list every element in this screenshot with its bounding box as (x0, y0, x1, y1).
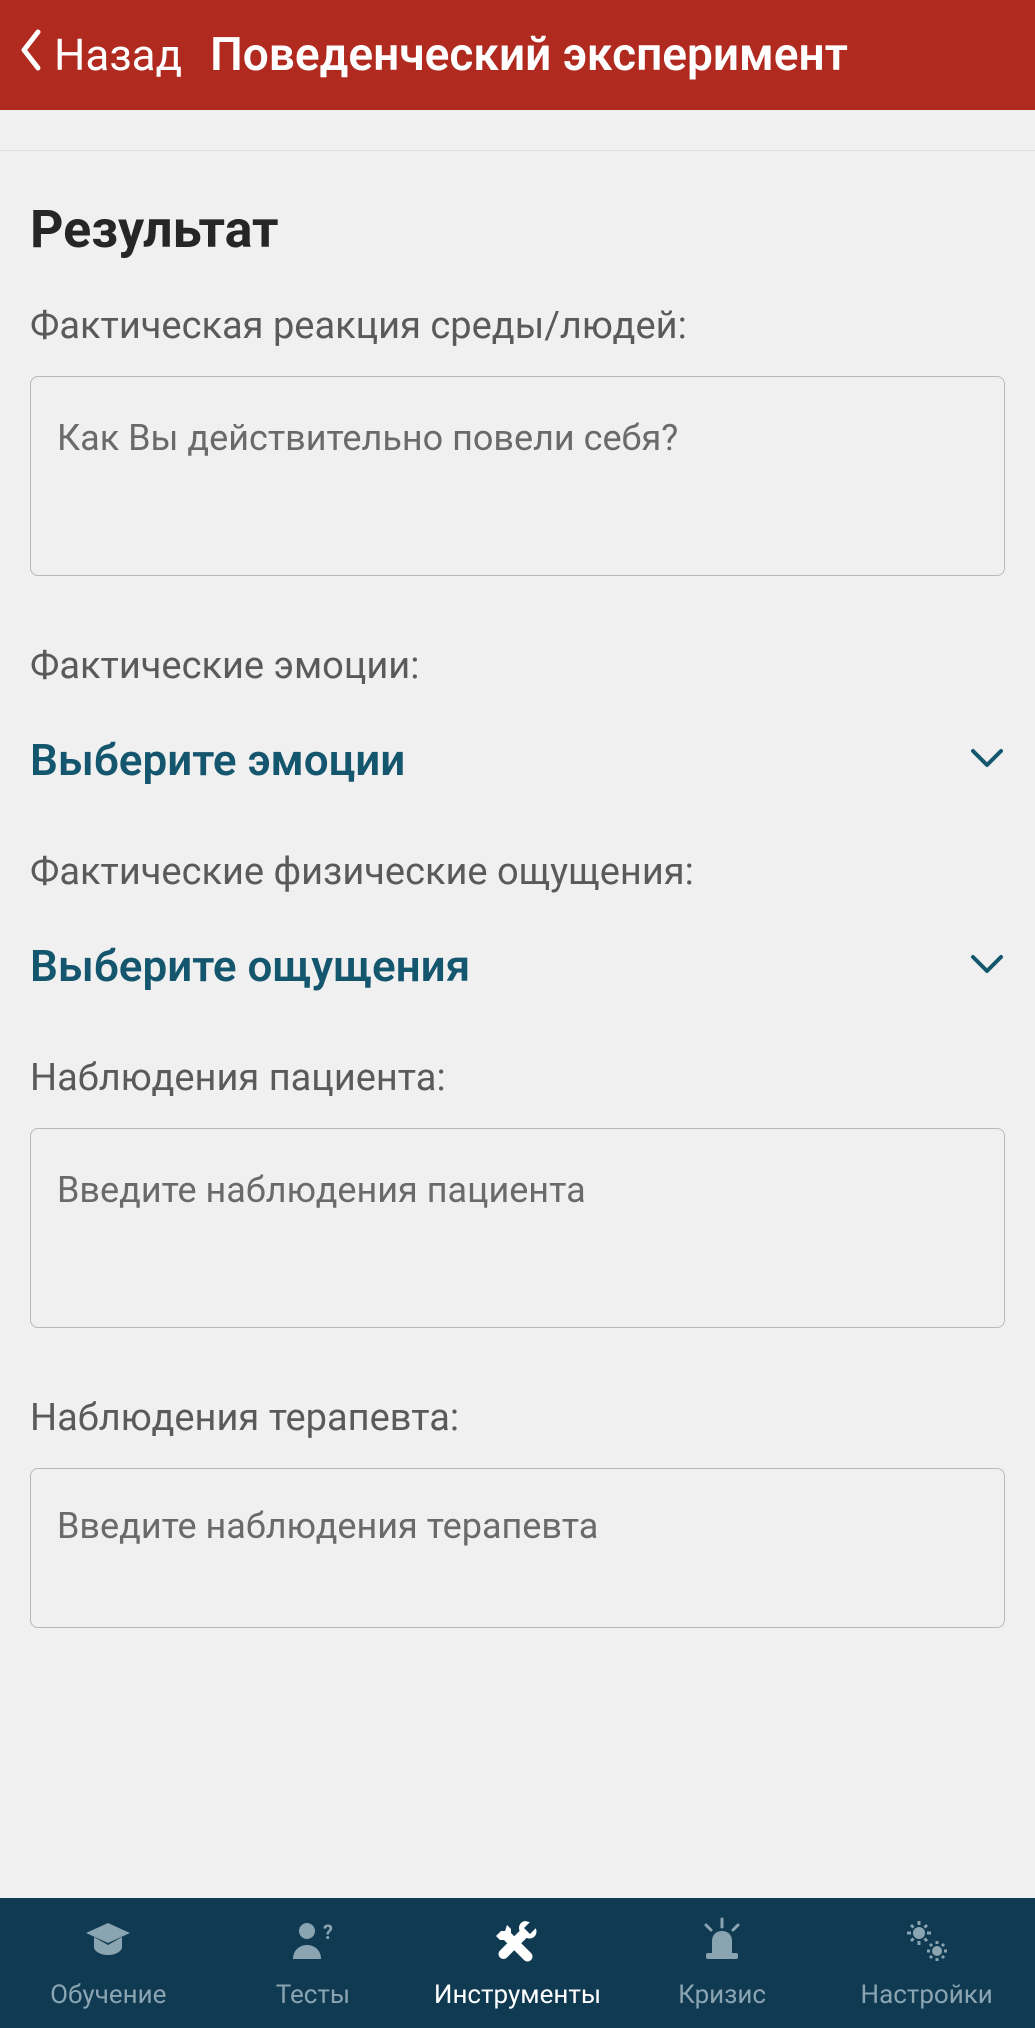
tab-bar: Обучение ? Тесты Инструменты (0, 1898, 1035, 2028)
section-heading: Результат (30, 199, 1005, 260)
field-sensations: Фактические физические ощущения: Выберит… (30, 850, 1005, 992)
reaction-input[interactable] (30, 376, 1005, 576)
tab-label: Кризис (678, 1980, 766, 2010)
divider (0, 150, 1035, 151)
graduation-cap-icon (84, 1917, 132, 1972)
person-question-icon: ? (289, 1917, 337, 1972)
tab-label: Тесты (276, 1980, 350, 2010)
back-label: Назад (54, 29, 182, 81)
field-patient-obs: Наблюдения пациента: (30, 1056, 1005, 1332)
tab-label: Инструменты (434, 1980, 601, 2010)
sensations-label: Фактические физические ощущения: (30, 850, 1005, 894)
tab-label: Обучение (50, 1980, 166, 2010)
content-area: Результат Фактическая реакция среды/люде… (0, 110, 1035, 1898)
tab-settings[interactable]: Настройки (824, 1917, 1029, 2010)
therapist-obs-label: Наблюдения терапевта: (30, 1396, 1005, 1440)
patient-obs-input[interactable] (30, 1128, 1005, 1328)
emotions-select[interactable]: Выберите эмоции (30, 734, 1005, 786)
tab-learning[interactable]: Обучение (6, 1917, 211, 2010)
emotions-select-text: Выберите эмоции (30, 734, 405, 786)
chevron-down-icon (969, 953, 1005, 979)
patient-obs-label: Наблюдения пациента: (30, 1056, 1005, 1100)
sensations-select-text: Выберите ощущения (30, 940, 470, 992)
app-header: Назад Поведенческий эксперимент (0, 0, 1035, 110)
tools-icon (493, 1917, 541, 1972)
therapist-obs-input[interactable] (30, 1468, 1005, 1628)
tab-crisis[interactable]: Кризис (620, 1917, 825, 2010)
back-button[interactable]: Назад (18, 28, 182, 83)
tab-label: Настройки (861, 1980, 993, 2010)
field-therapist-obs: Наблюдения терапевта: (30, 1396, 1005, 1632)
chevron-left-icon (18, 28, 44, 83)
reaction-label: Фактическая реакция среды/людей: (30, 304, 1005, 348)
emotions-label: Фактические эмоции: (30, 644, 1005, 688)
field-emotions: Фактические эмоции: Выберите эмоции (30, 644, 1005, 786)
field-reaction: Фактическая реакция среды/людей: (30, 304, 1005, 580)
alarm-icon (698, 1917, 746, 1972)
page-title: Поведенческий эксперимент (210, 28, 848, 82)
svg-text:?: ? (323, 1920, 333, 1944)
tab-tools[interactable]: Инструменты (415, 1917, 620, 2010)
gears-icon (903, 1917, 951, 1972)
tab-tests[interactable]: ? Тесты (211, 1917, 416, 2010)
sensations-select[interactable]: Выберите ощущения (30, 940, 1005, 992)
chevron-down-icon (969, 747, 1005, 773)
